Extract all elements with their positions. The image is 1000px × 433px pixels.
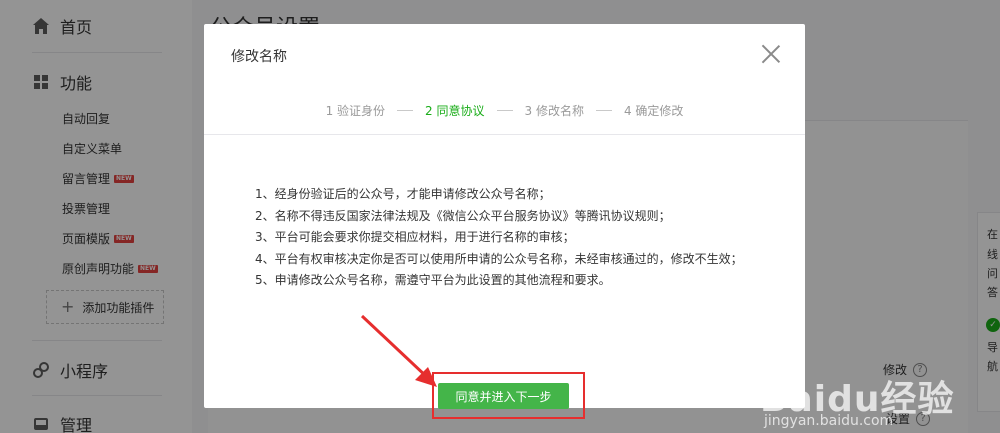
baidu-watermark-url: jingyan.baidu.com bbox=[764, 413, 894, 429]
agree-and-continue-button[interactable]: 同意并进入下一步 bbox=[438, 383, 569, 409]
annotation-arrow bbox=[360, 314, 437, 387]
